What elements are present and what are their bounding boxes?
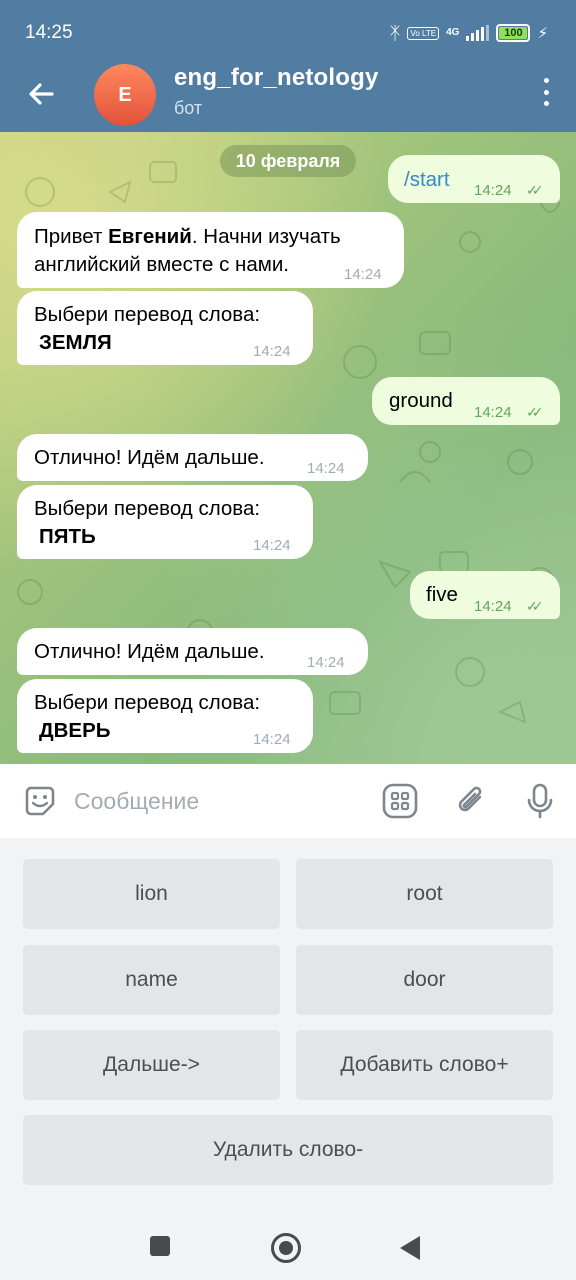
status-icons: ᛡ Vo LTE 4G 100 ⚡ [390, 22, 548, 44]
word-to-translate: ПЯТЬ [39, 525, 96, 548]
message-text-part: Привет [34, 225, 109, 248]
date-separator: 10 февраля [220, 145, 356, 177]
signal-icon [466, 25, 490, 41]
read-check-icon: ✓✓ [526, 404, 544, 420]
keyboard-button-root[interactable]: root [296, 859, 553, 929]
message-text[interactable]: /start [404, 166, 450, 194]
outgoing-message: five 14:24 ✓✓ [410, 571, 560, 619]
status-time: 14:25 [25, 22, 73, 43]
status-bar: 14:25 ᛡ Vo LTE 4G 100 ⚡ [0, 0, 576, 64]
microphone-icon[interactable] [521, 782, 559, 820]
chat-header: E eng_for_netology бот [0, 64, 576, 132]
chat-area[interactable]: 10 февраля /start 14:24 ✓✓ Привет Евгени… [0, 132, 576, 764]
incoming-message: Привет Евгений. Начни изучать английский… [17, 212, 404, 288]
message-text: Отлично! Идём дальше. [34, 640, 265, 663]
message-text: Выбери перевод слова: [34, 303, 261, 326]
word-to-translate: ДВЕРЬ [39, 719, 111, 742]
read-check-icon: ✓✓ [526, 182, 544, 198]
message-time: 14:24 [253, 537, 291, 554]
message-text: Отлично! Идём дальше. [34, 446, 265, 469]
avatar[interactable]: E [94, 64, 156, 126]
message-input[interactable]: Сообщение [74, 788, 199, 815]
read-check-icon: ✓✓ [526, 598, 544, 614]
keyboard-button-lion[interactable]: lion [23, 859, 280, 929]
message-time: 14:24 [253, 731, 291, 748]
incoming-message: Выбери перевод слова: ДВЕРЬ 14:24 [17, 679, 313, 753]
message-time: 14:24 [307, 460, 345, 477]
arrow-left-icon[interactable] [22, 74, 62, 114]
delete-word-button[interactable]: Удалить слово- [23, 1115, 553, 1185]
message-text: Привет Евгений. Начни изучать английский… [34, 223, 394, 279]
more-vertical-icon[interactable] [542, 78, 550, 106]
word-to-translate: ЗЕМЛЯ [39, 331, 112, 354]
bot-reply-keyboard: lion root name door Дальше-> Добавить сл… [0, 838, 576, 1212]
next-button[interactable]: Дальше-> [23, 1030, 280, 1100]
message-time: 14:24 [474, 182, 512, 199]
keyboard-button-door[interactable]: door [296, 945, 553, 1015]
message-time: 14:24 [344, 266, 382, 283]
message-time: 14:24 [474, 598, 512, 615]
chat-subtitle: бот [174, 98, 203, 118]
battery-level: 100 [499, 27, 528, 39]
outgoing-message[interactable]: /start 14:24 ✓✓ [388, 155, 560, 203]
incoming-message: Выбери перевод слова: ПЯТЬ 14:24 [17, 485, 313, 559]
keyboard-button-name[interactable]: name [23, 945, 280, 1015]
user-name: Евгений [108, 225, 192, 248]
message-text: Выбери перевод слова: [34, 497, 261, 520]
message-time: 14:24 [253, 343, 291, 360]
message-text: ground [389, 389, 453, 412]
incoming-message: Отлично! Идём дальше. 14:24 [17, 434, 368, 481]
message-composer: Сообщение [0, 764, 576, 838]
chat-title[interactable]: eng_for_netology [174, 64, 379, 92]
network-type-label: 4G [446, 27, 460, 38]
bluetooth-icon: ᛡ [389, 23, 401, 43]
message-time: 14:24 [307, 654, 345, 671]
incoming-message: Отлично! Идём дальше. 14:24 [17, 628, 368, 675]
message-text: Выбери перевод слова: [34, 691, 261, 714]
incoming-message: Выбери перевод слова: ЗЕМЛЯ 14:24 [17, 291, 313, 365]
home-icon[interactable] [271, 1233, 301, 1263]
recents-icon[interactable] [150, 1236, 170, 1256]
battery-icon: 100 [496, 24, 531, 42]
system-nav-bar [0, 1212, 576, 1280]
sticker-icon[interactable] [21, 782, 59, 820]
add-word-button[interactable]: Добавить слово+ [296, 1030, 553, 1100]
charging-icon: ⚡ [537, 25, 548, 42]
bot-keyboard-icon[interactable] [381, 782, 419, 820]
volte-icon: Vo LTE [407, 26, 440, 40]
message-time: 14:24 [474, 404, 512, 421]
outgoing-message: ground 14:24 ✓✓ [372, 377, 560, 425]
paperclip-icon[interactable] [452, 782, 490, 820]
back-triangle-icon[interactable] [400, 1236, 420, 1260]
message-text: five [426, 583, 458, 606]
